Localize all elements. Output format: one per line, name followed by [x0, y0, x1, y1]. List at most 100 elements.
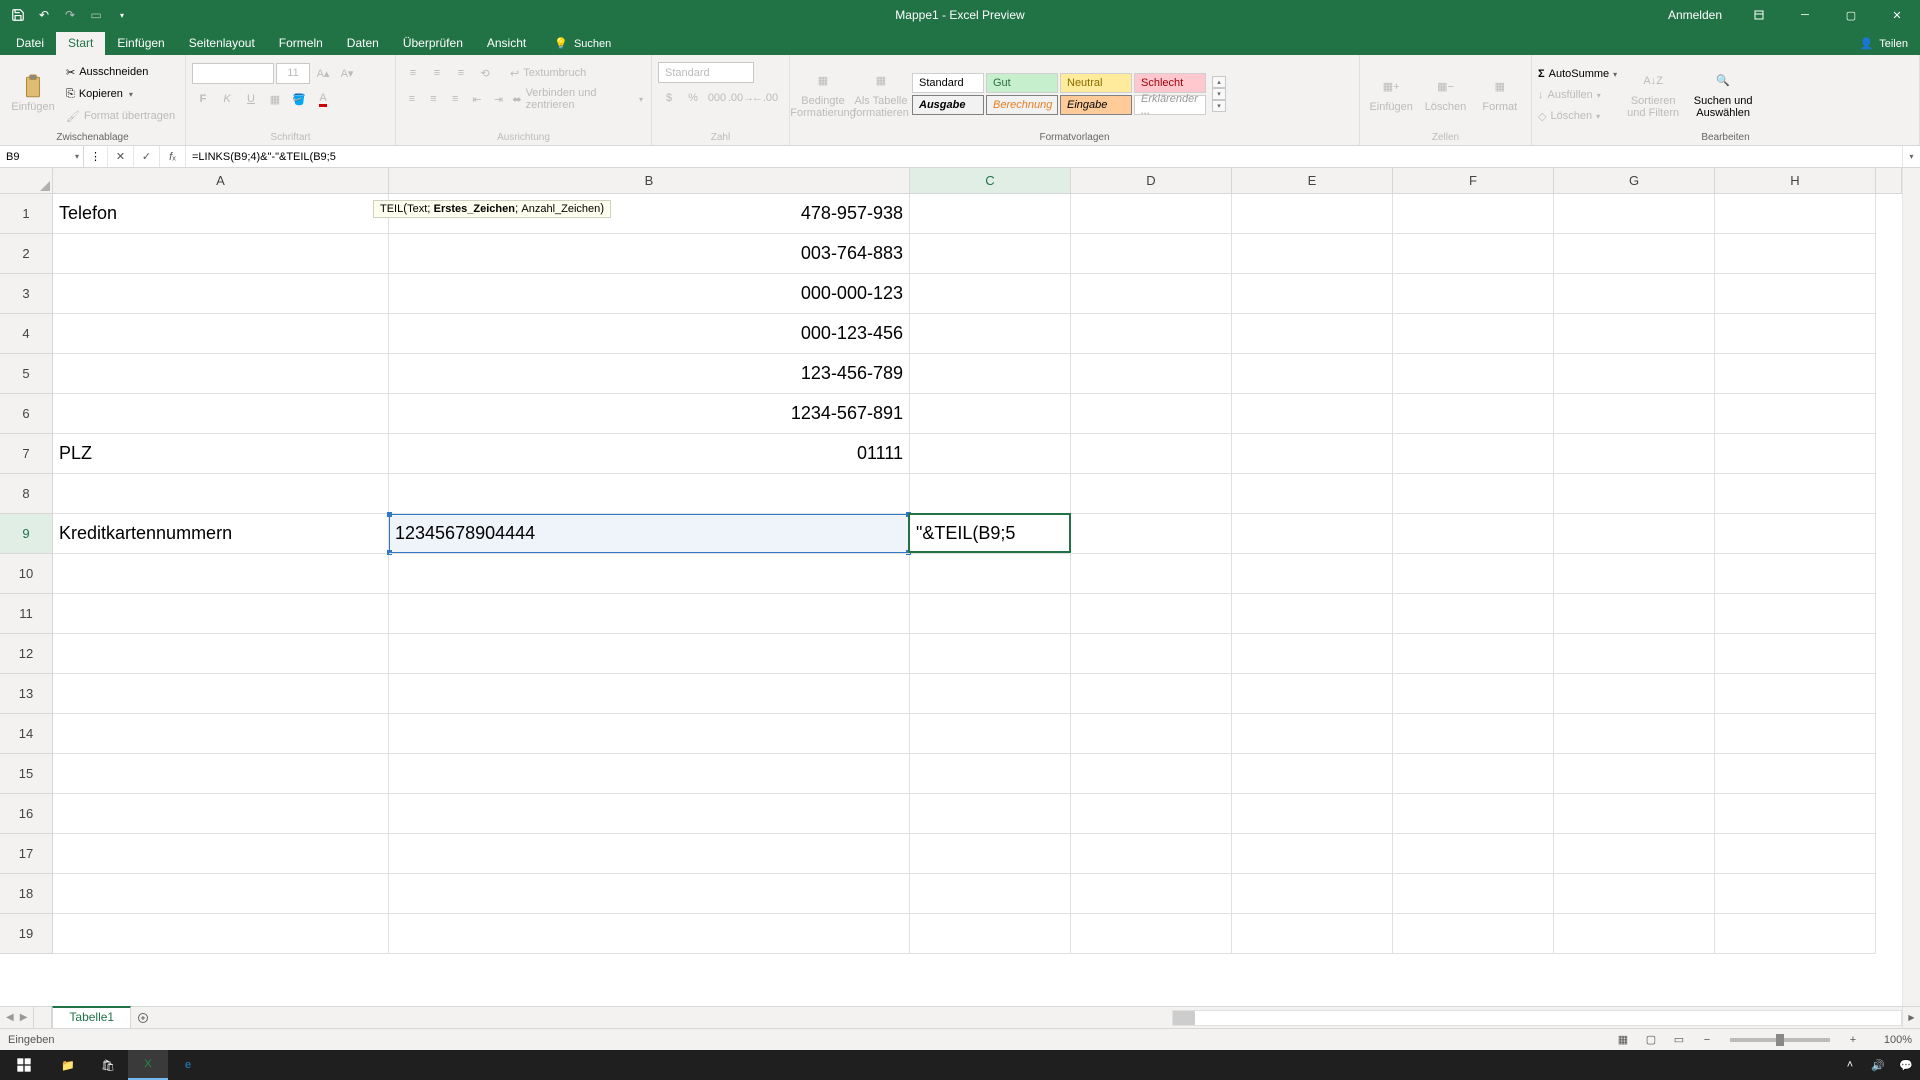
cell-B7[interactable]: 01111	[389, 434, 910, 474]
cell-F14[interactable]	[1393, 714, 1554, 754]
cell-D3[interactable]	[1071, 274, 1232, 314]
hscroll-right[interactable]: ▶	[1902, 1007, 1920, 1028]
cell-B15[interactable]	[389, 754, 910, 794]
sign-in-link[interactable]: Anmelden	[1654, 8, 1736, 22]
row-header-15[interactable]: 15	[0, 754, 53, 794]
cell-F12[interactable]	[1393, 634, 1554, 674]
cell-H9[interactable]	[1715, 514, 1876, 554]
cell-G5[interactable]	[1554, 354, 1715, 394]
style-standard[interactable]: Standard	[912, 73, 984, 93]
cell-D9[interactable]	[1071, 514, 1232, 554]
cell-H6[interactable]	[1715, 394, 1876, 434]
task-excel[interactable]: X	[128, 1050, 168, 1080]
active-edit-cell-C9[interactable]: "&TEIL(B9;5	[908, 513, 1071, 553]
cell-E15[interactable]	[1232, 754, 1393, 794]
column-header-B[interactable]: B	[389, 168, 910, 194]
cell-F4[interactable]	[1393, 314, 1554, 354]
cell-D19[interactable]	[1071, 914, 1232, 954]
cell-G17[interactable]	[1554, 834, 1715, 874]
cell-A6[interactable]	[53, 394, 389, 434]
cell-H14[interactable]	[1715, 714, 1876, 754]
tell-me-search[interactable]: 💡Suchen	[544, 33, 621, 55]
cell-B14[interactable]	[389, 714, 910, 754]
cut-button[interactable]: ✂Ausschneiden	[64, 62, 177, 82]
cell-E9[interactable]	[1232, 514, 1393, 554]
cell-B6[interactable]: 1234-567-891	[389, 394, 910, 434]
cell-G19[interactable]	[1554, 914, 1715, 954]
page-break-view-icon[interactable]: ▭	[1666, 1031, 1692, 1049]
row-header-10[interactable]: 10	[0, 554, 53, 594]
cell-styles-gallery[interactable]: Standard Gut Neutral Schlecht Ausgabe Be…	[912, 73, 1206, 115]
cell-G13[interactable]	[1554, 674, 1715, 714]
cell-A7[interactable]: PLZ	[53, 434, 389, 474]
cell-D18[interactable]	[1071, 874, 1232, 914]
cell-G18[interactable]	[1554, 874, 1715, 914]
cell-C12[interactable]	[910, 634, 1071, 674]
cell-D13[interactable]	[1071, 674, 1232, 714]
cell-F6[interactable]	[1393, 394, 1554, 434]
cell-G7[interactable]	[1554, 434, 1715, 474]
row-header-6[interactable]: 6	[0, 394, 53, 434]
ribbon-options-icon[interactable]	[1736, 0, 1782, 30]
style-good[interactable]: Gut	[986, 73, 1058, 93]
row-header-7[interactable]: 7	[0, 434, 53, 474]
cell-D6[interactable]	[1071, 394, 1232, 434]
cell-A5[interactable]	[53, 354, 389, 394]
autosum-button[interactable]: ΣAutoSumme▾	[1538, 65, 1617, 83]
task-explorer[interactable]: 📁	[48, 1050, 88, 1080]
task-edge[interactable]: e	[168, 1050, 208, 1080]
cell-E10[interactable]	[1232, 554, 1393, 594]
cell-G8[interactable]	[1554, 474, 1715, 514]
cell-B9[interactable]: 12345678904444	[389, 514, 910, 554]
cell-D4[interactable]	[1071, 314, 1232, 354]
style-output[interactable]: Ausgabe	[912, 95, 984, 115]
cell-E17[interactable]	[1232, 834, 1393, 874]
cell-E12[interactable]	[1232, 634, 1393, 674]
cell-F3[interactable]	[1393, 274, 1554, 314]
cell-A18[interactable]	[53, 874, 389, 914]
cell-C13[interactable]	[910, 674, 1071, 714]
cell-A12[interactable]	[53, 634, 389, 674]
cell-G15[interactable]	[1554, 754, 1715, 794]
cell-F17[interactable]	[1393, 834, 1554, 874]
copy-button[interactable]: ⎘Kopieren▾	[64, 84, 177, 104]
cell-F9[interactable]	[1393, 514, 1554, 554]
minimize-button[interactable]: ─	[1782, 0, 1828, 30]
cell-A4[interactable]	[53, 314, 389, 354]
sheet-nav[interactable]: ◀▶	[0, 1007, 34, 1028]
cell-E1[interactable]	[1232, 194, 1393, 234]
cell-A2[interactable]	[53, 234, 389, 274]
insert-function-button[interactable]: fₓ	[160, 146, 186, 167]
start-button[interactable]	[0, 1050, 48, 1080]
cell-G10[interactable]	[1554, 554, 1715, 594]
row-headers[interactable]: 12345678910111213141516171819	[0, 194, 53, 1006]
cancel-formula-button[interactable]: ✕	[108, 146, 134, 167]
cell-H11[interactable]	[1715, 594, 1876, 634]
cell-A1[interactable]: Telefon	[53, 194, 389, 234]
cell-C5[interactable]	[910, 354, 1071, 394]
task-store[interactable]: 🛍	[88, 1050, 128, 1080]
cell-B5[interactable]: 123-456-789	[389, 354, 910, 394]
cell-C18[interactable]	[910, 874, 1071, 914]
cell-H18[interactable]	[1715, 874, 1876, 914]
tab-view[interactable]: Ansicht	[475, 32, 538, 55]
row-header-17[interactable]: 17	[0, 834, 53, 874]
cell-D11[interactable]	[1071, 594, 1232, 634]
cell-G14[interactable]	[1554, 714, 1715, 754]
vertical-scrollbar[interactable]	[1902, 168, 1920, 1006]
select-all-button[interactable]	[0, 168, 53, 194]
sheet-tab[interactable]: Tabelle1	[52, 1006, 131, 1028]
row-header-14[interactable]: 14	[0, 714, 53, 754]
column-header-D[interactable]: D	[1071, 168, 1232, 194]
cell-B18[interactable]	[389, 874, 910, 914]
cell-F1[interactable]	[1393, 194, 1554, 234]
cell-H4[interactable]	[1715, 314, 1876, 354]
cell-F8[interactable]	[1393, 474, 1554, 514]
cell-C2[interactable]	[910, 234, 1071, 274]
cell-B17[interactable]	[389, 834, 910, 874]
cell-C4[interactable]	[910, 314, 1071, 354]
cell-C14[interactable]	[910, 714, 1071, 754]
cell-F10[interactable]	[1393, 554, 1554, 594]
horizontal-scrollbar[interactable]	[1172, 1010, 1902, 1026]
cell-H19[interactable]	[1715, 914, 1876, 954]
